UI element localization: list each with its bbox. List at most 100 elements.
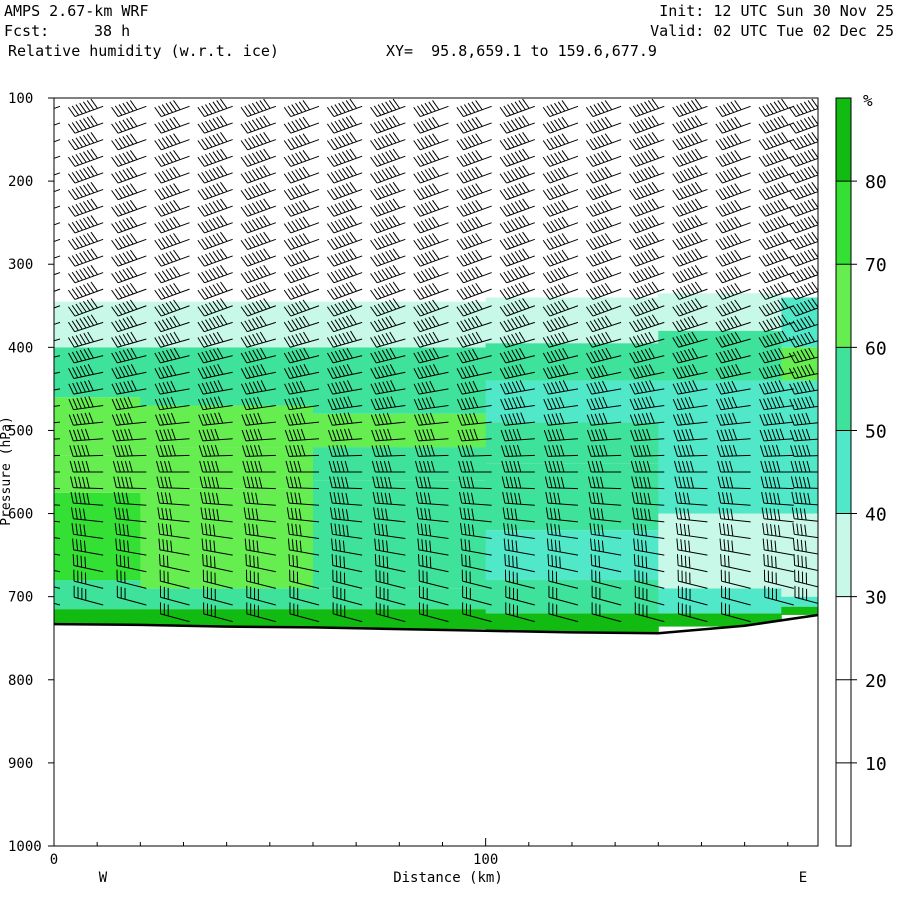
- wind-barb-shaft: [74, 172, 104, 184]
- wind-barb-shaft: [54, 238, 61, 243]
- wind-barb-feather: [559, 556, 561, 569]
- colorbar-tick-label: 80: [865, 172, 887, 193]
- wind-barb-feather: [38, 556, 39, 567]
- wind-barb-feather: [29, 289, 36, 298]
- wind-barb-feather: [44, 250, 51, 259]
- wind-barb-shaft: [795, 157, 818, 167]
- wind-barb-feather: [25, 307, 32, 316]
- wind-barb-shaft: [549, 188, 579, 201]
- wind-barb-shaft: [722, 255, 751, 267]
- wind-barb-feather: [76, 554, 79, 567]
- wind-barb-feather: [555, 555, 557, 568]
- wind-barb-feather: [44, 200, 51, 209]
- wind-barb-shaft: [506, 122, 535, 134]
- wind-barb-shaft: [117, 272, 147, 284]
- wind-barb-shaft: [376, 272, 406, 284]
- wind-barb-shaft: [204, 105, 233, 118]
- wind-barb-feather: [33, 105, 40, 114]
- wind-barb-shaft: [161, 205, 190, 217]
- wind-barb-shaft: [722, 105, 751, 118]
- wind-barb-feather: [676, 554, 679, 566]
- wind-barb-feather: [29, 106, 36, 115]
- colorbar-segment: [836, 181, 851, 265]
- wind-barb-feather: [288, 554, 291, 566]
- wind-barb-feather: [29, 189, 36, 198]
- wind-barb-shaft: [54, 105, 61, 110]
- wind-barb-feather: [30, 383, 35, 393]
- east-label: E: [799, 870, 807, 886]
- colorbar-segment: [836, 98, 851, 182]
- wind-barb-shaft: [506, 272, 535, 284]
- wind-barb-shaft: [290, 188, 320, 201]
- wind-barb-shaft: [549, 139, 579, 151]
- wind-barb-feather: [40, 218, 47, 227]
- wind-barb-feather: [763, 554, 765, 566]
- wind-barb-shaft: [506, 222, 535, 234]
- wind-barb-shaft: [722, 205, 751, 217]
- wind-barb-shaft: [463, 172, 492, 184]
- wind-barb-shaft: [54, 255, 61, 259]
- wind-barb-shaft: [635, 188, 665, 201]
- wind-barb-shaft: [463, 272, 492, 284]
- wind-barb-feather: [253, 555, 255, 568]
- wind-barb-shaft: [592, 238, 622, 251]
- wind-barb-feather: [40, 135, 47, 144]
- wind-barb-feather: [33, 188, 40, 197]
- distance-tick-label: 100: [473, 852, 498, 868]
- wind-barb-feather: [29, 139, 36, 148]
- wind-barb-feather: [590, 554, 593, 566]
- wind-barb-shaft: [376, 205, 406, 217]
- wind-barb-shaft: [161, 255, 190, 267]
- wind-barb-shaft: [74, 105, 104, 118]
- wind-barb-feather: [793, 554, 796, 566]
- pressure-tick-label: 800: [8, 673, 33, 689]
- wind-barb-feather: [38, 413, 42, 424]
- wind-barb-shaft: [333, 288, 363, 300]
- wind-barb-shaft: [247, 188, 276, 201]
- colorbar-tick-label: 40: [865, 505, 887, 526]
- rh-band: [54, 580, 141, 610]
- wind-barb-shaft: [722, 188, 751, 201]
- wind-barb-feather: [115, 554, 118, 566]
- wind-barb-shaft: [161, 139, 190, 151]
- wind-barb-shaft: [635, 255, 665, 267]
- colorbar-segment: [836, 430, 851, 514]
- wind-barb-feather: [25, 290, 32, 299]
- colorbar-segment: [836, 513, 851, 597]
- wind-barb-shaft: [376, 105, 406, 118]
- rh-band: [485, 422, 659, 464]
- wind-barb-feather: [767, 554, 769, 567]
- wind-barb-feather: [797, 554, 800, 567]
- wind-barb-feather: [40, 251, 47, 260]
- wind-barb-feather: [27, 446, 30, 457]
- wind-barb-shaft: [117, 139, 147, 151]
- wind-barb-shaft: [247, 122, 276, 134]
- wind-barb-shaft: [635, 205, 665, 217]
- pressure-tick-label: 1000: [8, 839, 42, 855]
- wind-barb-shaft: [549, 172, 579, 184]
- wind-barb-shaft: [247, 238, 276, 251]
- wind-barb-shaft: [333, 122, 363, 134]
- wind-barb-feather: [37, 334, 43, 344]
- x-axis-label: Distance (km): [393, 870, 503, 886]
- wind-barb-feather: [249, 554, 251, 567]
- wind-barb-feather: [27, 461, 30, 472]
- wind-barb-feather: [42, 413, 46, 424]
- wind-barb-feather: [40, 102, 47, 111]
- wind-barb-feather: [40, 493, 42, 504]
- wind-barb-feather: [29, 156, 36, 165]
- wind-barb-shaft: [376, 238, 406, 251]
- wind-barb-feather: [468, 555, 471, 568]
- wind-barb-shaft: [117, 105, 147, 118]
- wind-barb-feather: [31, 445, 34, 456]
- pressure-tick-label: 400: [8, 340, 33, 356]
- wind-barb-shaft: [376, 172, 406, 184]
- wind-barb-feather: [37, 236, 44, 245]
- wind-barb-shaft: [117, 255, 147, 267]
- rh-band: [485, 380, 659, 423]
- colorbar-segment: [836, 347, 851, 431]
- wind-barb-shaft: [722, 139, 751, 151]
- wind-barb-feather: [37, 524, 38, 535]
- wind-barb-shaft: [463, 255, 492, 267]
- wind-barb-shaft: [549, 255, 579, 267]
